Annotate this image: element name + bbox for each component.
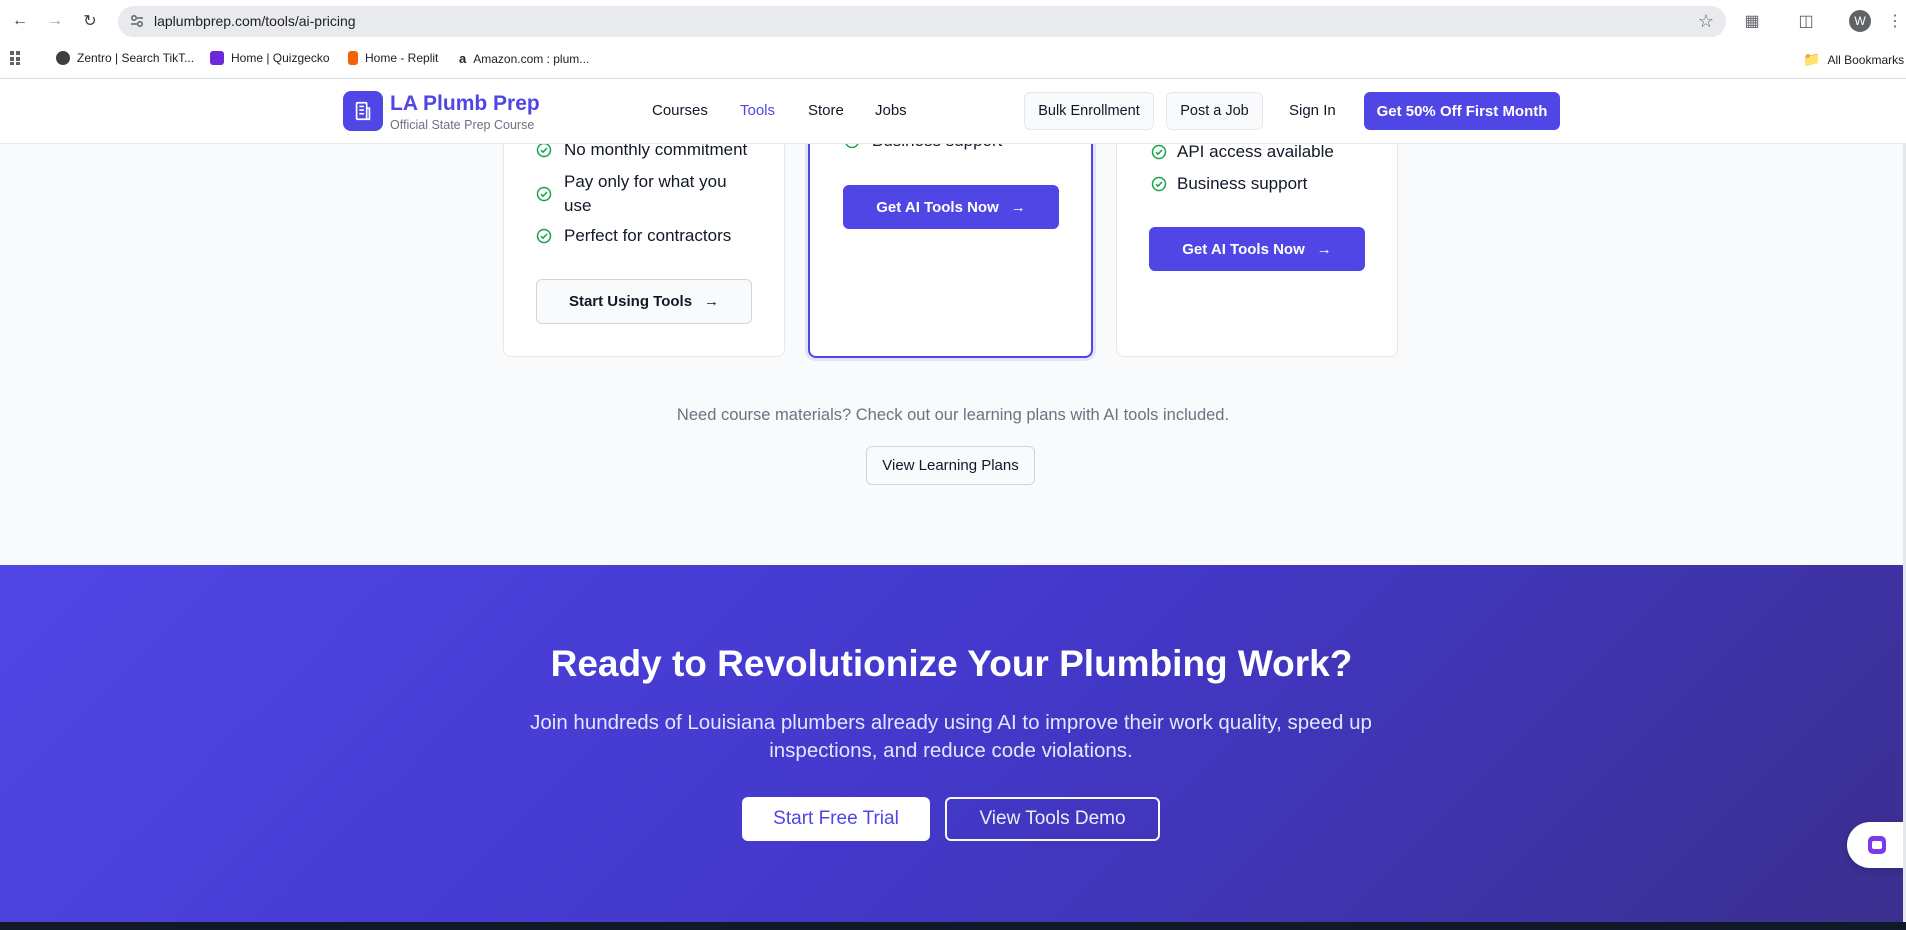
bookmark-star-icon[interactable]: ☆: [1698, 11, 1714, 32]
bookmark-replit[interactable]: Home - Replit: [348, 51, 438, 65]
menu-kebab-icon[interactable]: ⋮: [1884, 10, 1906, 32]
browser-toolbar: ← → ↻ laplumbprep.com/tools/ai-pricing ☆…: [0, 0, 1906, 42]
replit-icon: [348, 51, 358, 65]
feature-item: Business support: [1177, 174, 1308, 193]
bookmark-zentro[interactable]: Zentro | Search TikT...: [56, 51, 194, 65]
view-tools-demo-button[interactable]: View Tools Demo: [945, 797, 1160, 841]
check-circle-icon: [536, 228, 552, 244]
get-ai-tools-button[interactable]: Get AI Tools Now →: [1149, 227, 1365, 271]
feature-item: Pay only for what you use: [564, 172, 727, 215]
profile-avatar[interactable]: W: [1849, 10, 1871, 32]
view-learning-plans-button[interactable]: View Learning Plans: [866, 446, 1035, 485]
logo-subtitle: Official State Prep Course: [390, 118, 535, 132]
reload-icon[interactable]: ↻: [79, 10, 101, 32]
nav-courses[interactable]: Courses: [652, 102, 708, 119]
site-settings-icon[interactable]: [129, 13, 145, 29]
start-free-trial-button[interactable]: Start Free Trial: [742, 797, 930, 841]
folder-icon: 📁: [1803, 51, 1821, 67]
tab-search-icon[interactable]: ◫: [1795, 10, 1817, 32]
apps-grid-icon[interactable]: [9, 50, 25, 66]
start-using-tools-button[interactable]: Start Using Tools →: [536, 279, 752, 324]
footer-edge: [0, 922, 1906, 930]
learning-plans-note: Need course materials? Check out our lea…: [676, 406, 1230, 424]
chat-icon: [1867, 836, 1886, 854]
sign-in-link[interactable]: Sign In: [1289, 102, 1336, 119]
back-icon[interactable]: ←: [9, 10, 31, 32]
hero-title: Ready to Revolutionize Your Plumbing Wor…: [550, 643, 1353, 684]
arrow-right-icon: →: [1316, 240, 1332, 258]
pricing-card-featured: Business support Get AI Tools Now →: [808, 110, 1093, 358]
bulk-enrollment-button[interactable]: Bulk Enrollment: [1024, 92, 1154, 130]
discount-cta-button[interactable]: Get 50% Off First Month: [1364, 92, 1560, 130]
url-text[interactable]: laplumbprep.com/tools/ai-pricing: [154, 13, 356, 29]
check-circle-icon: [536, 186, 552, 202]
check-circle-icon: [1151, 144, 1167, 160]
globe-icon: [56, 51, 70, 65]
all-bookmarks[interactable]: 📁 All Bookmarks: [1803, 51, 1904, 68]
nav-jobs[interactable]: Jobs: [875, 102, 907, 119]
arrow-right-icon: →: [704, 293, 720, 310]
get-ai-tools-button[interactable]: Get AI Tools Now →: [843, 185, 1059, 229]
chat-widget-button[interactable]: [1847, 822, 1906, 868]
site-header: LA Plumb Prep Official State Prep Course…: [0, 79, 1906, 144]
forward-icon[interactable]: →: [44, 10, 66, 32]
amazon-icon: a: [459, 51, 467, 66]
logo-title[interactable]: LA Plumb Prep: [390, 92, 540, 116]
post-job-button[interactable]: Post a Job: [1166, 92, 1263, 130]
pricing-card-pay-per-use: No monthly commitment Pay only for what …: [503, 110, 785, 357]
bookmark-quizgecko[interactable]: Home | Quizgecko: [210, 51, 330, 65]
logo-building-icon[interactable]: [343, 91, 383, 131]
cta-hero-section: Ready to Revolutionize Your Plumbing Wor…: [0, 565, 1903, 922]
check-circle-icon: [536, 142, 552, 158]
nav-tools[interactable]: Tools: [740, 102, 775, 119]
address-bar[interactable]: laplumbprep.com/tools/ai-pricing ☆: [118, 6, 1726, 37]
feature-item: Perfect for contractors: [564, 226, 732, 245]
nav-store[interactable]: Store: [808, 102, 844, 119]
bookmark-amazon[interactable]: a Amazon.com : plum...: [459, 51, 589, 66]
pricing-card-business: API access available Business support Ge…: [1116, 110, 1398, 357]
check-circle-icon: [1151, 176, 1167, 192]
hero-subtitle: Join hundreds of Louisiana plumbers alre…: [530, 711, 1372, 762]
quizgecko-icon: [210, 51, 224, 65]
bookmarks-bar: Zentro | Search TikT... Home | Quizgecko…: [0, 42, 1906, 79]
extensions-icon[interactable]: ▦: [1741, 10, 1763, 32]
arrow-right-icon: →: [1010, 198, 1026, 216]
